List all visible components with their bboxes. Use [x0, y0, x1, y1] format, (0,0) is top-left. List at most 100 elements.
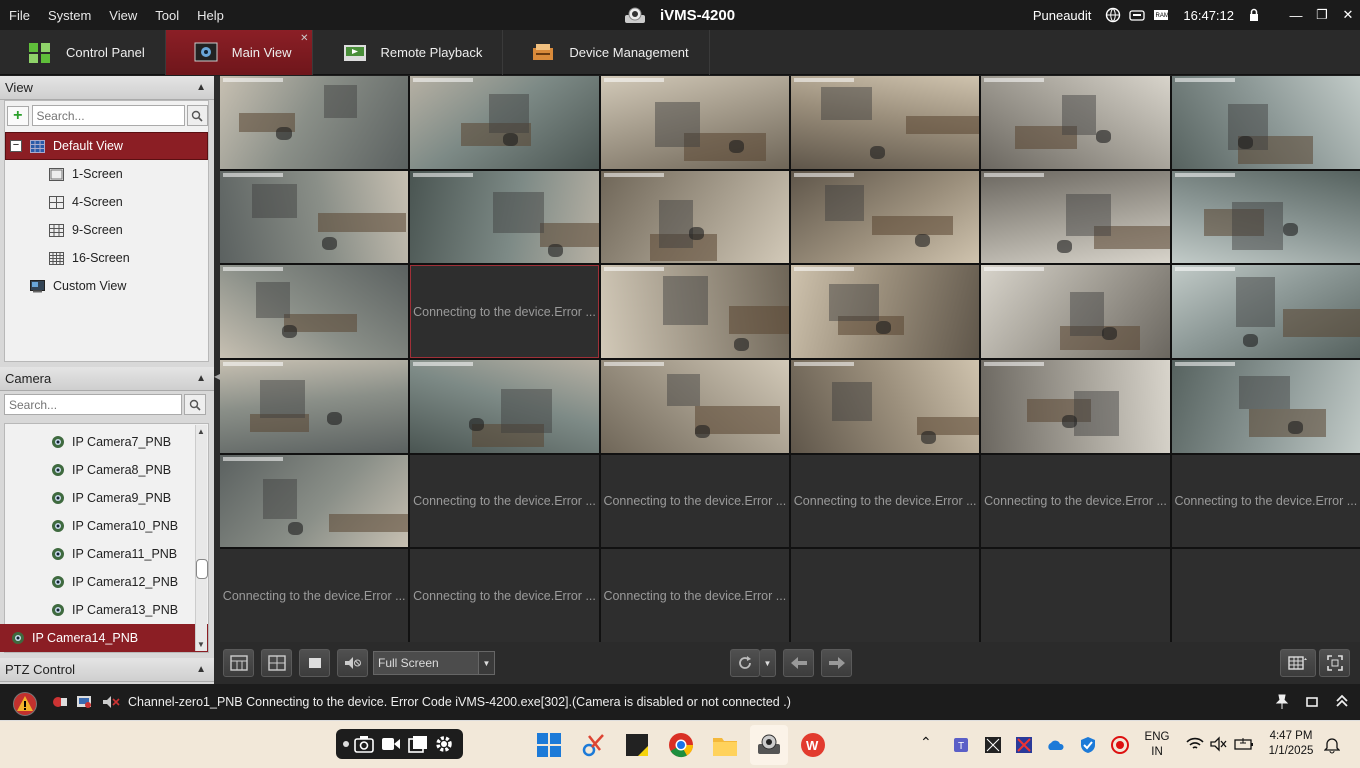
tab-control-panel[interactable]: Control Panel — [0, 30, 166, 75]
scroll-thumb[interactable] — [196, 559, 208, 579]
ptz-panel-header[interactable]: PTZ Control ▲ — [0, 658, 214, 682]
camera-list-item[interactable]: IP Camera8_PNB — [5, 456, 208, 484]
video-window-live[interactable] — [410, 359, 599, 453]
video-window-live[interactable] — [220, 454, 409, 548]
video-window-error[interactable]: Connecting to the device.Error ... — [410, 549, 599, 642]
tree-item-custom-view[interactable]: Custom View — [5, 272, 208, 300]
video-window-error[interactable]: Connecting to the device.Error ... — [410, 265, 599, 358]
video-window-live[interactable] — [981, 170, 1170, 264]
notification-bell-icon[interactable] — [1324, 736, 1340, 754]
ivms-taskbar-button[interactable] — [750, 725, 788, 765]
camera-panel-header[interactable]: Camera ▲ — [0, 367, 214, 391]
file-explorer-icon[interactable] — [712, 732, 738, 758]
video-window-live[interactable] — [600, 76, 789, 169]
tray-overflow-icon[interactable]: ⌃ — [920, 735, 932, 750]
video-window-live[interactable] — [790, 170, 980, 264]
stop-all-button[interactable] — [299, 649, 330, 677]
globe-icon[interactable] — [1105, 7, 1121, 23]
camera-search-input[interactable] — [4, 394, 182, 415]
tray-red-app-icon[interactable] — [1014, 735, 1034, 755]
camera-list-item[interactable]: IP Camera14_PNB — [0, 624, 208, 652]
camera-list-item[interactable]: IP Camera9_PNB — [5, 484, 208, 512]
tree-item-default-view[interactable]: − Default View — [5, 132, 208, 160]
tree-item-4-screen[interactable]: 4-Screen — [5, 188, 208, 216]
collapse-icon[interactable]: − — [10, 140, 22, 152]
tray-app-icon[interactable] — [983, 735, 1003, 755]
video-window-live[interactable] — [220, 265, 409, 358]
video-window-live[interactable] — [1171, 359, 1360, 453]
language-indicator[interactable]: ENG IN — [1140, 730, 1174, 760]
drag-handle-icon[interactable] — [340, 735, 352, 753]
camera-list-item[interactable]: IP Camera7_PNB — [5, 428, 208, 456]
tree-item-16-screen[interactable]: 16-Screen — [5, 244, 208, 272]
expand-up-icon[interactable]: ▲ — [196, 664, 206, 675]
teams-icon[interactable]: T — [952, 735, 972, 755]
next-page-button[interactable] — [821, 649, 852, 677]
tab-main-view[interactable]: Main View ✕ — [165, 30, 313, 75]
mute-button[interactable] — [337, 649, 368, 677]
security-shield-icon[interactable] — [1078, 735, 1098, 755]
camera-snip-icon[interactable] — [354, 735, 374, 753]
camera-list-item[interactable]: IP Camera12_PNB — [5, 568, 208, 596]
video-window-live[interactable] — [220, 76, 409, 169]
collapse-up-icon[interactable]: ▲ — [196, 373, 206, 384]
battery-icon[interactable] — [1234, 736, 1254, 752]
monitor-alert-icon[interactable] — [76, 695, 92, 709]
pin-icon[interactable] — [1275, 694, 1289, 710]
video-window-live[interactable] — [981, 359, 1170, 453]
lock-icon[interactable] — [1246, 7, 1262, 23]
add-view-button[interactable]: + — [7, 105, 29, 126]
wps-office-icon[interactable]: W — [800, 732, 826, 758]
video-window-live[interactable] — [600, 359, 789, 453]
snipping-tool-icon[interactable] — [581, 732, 607, 758]
menu-file[interactable]: File — [0, 8, 39, 23]
view-search-button[interactable] — [186, 105, 208, 126]
menu-help[interactable]: Help — [188, 8, 233, 23]
taskbar-clock[interactable]: 4:47 PM 1/1/2025 — [1262, 729, 1320, 759]
auto-switch-dropdown[interactable]: ▼ — [760, 649, 776, 677]
restore-button[interactable]: ❐ — [1310, 5, 1334, 25]
video-window-live[interactable] — [410, 170, 599, 264]
camera-list-item[interactable]: IP Camera10_PNB — [5, 512, 208, 540]
menu-view[interactable]: View — [100, 8, 146, 23]
screen-mode-select[interactable]: Full Screen ▼ — [373, 651, 495, 675]
tab-device-management[interactable]: Device Management — [503, 30, 710, 75]
video-window-error[interactable]: Connecting to the device.Error ... — [600, 549, 789, 642]
tree-item-1-screen[interactable]: 1-Screen — [5, 160, 208, 188]
view-search-input[interactable] — [31, 105, 185, 126]
video-window-error[interactable]: Connecting to the device.Error ... — [220, 549, 409, 642]
video-window-empty[interactable] — [790, 549, 980, 642]
keyboard-icon[interactable] — [1129, 7, 1146, 23]
record-tray-icon[interactable] — [1110, 735, 1130, 755]
maximize-icon[interactable] — [1306, 696, 1318, 708]
chrome-icon[interactable] — [668, 732, 694, 758]
video-record-icon[interactable] — [381, 736, 401, 752]
volume-mute-icon[interactable] — [1210, 736, 1228, 752]
video-window-error[interactable]: Connecting to the device.Error ... — [600, 454, 789, 548]
video-window-empty[interactable] — [1171, 549, 1360, 642]
scroll-down-icon[interactable]: ▼ — [197, 640, 205, 649]
chevron-double-up-icon[interactable] — [1336, 694, 1348, 708]
video-window-live[interactable] — [220, 170, 409, 264]
video-window-live[interactable] — [600, 265, 789, 358]
alarm-warning-icon[interactable] — [12, 692, 38, 716]
video-window-live[interactable] — [981, 265, 1170, 358]
video-window-error[interactable]: Connecting to the device.Error ... — [790, 454, 980, 548]
window-division-button[interactable] — [223, 649, 254, 677]
menu-tool[interactable]: Tool — [146, 8, 188, 23]
camera-list-item[interactable]: IP Camera13_PNB — [5, 596, 208, 624]
windows-start-icon[interactable] — [536, 732, 562, 758]
tree-item-9-screen[interactable]: 9-Screen — [5, 216, 208, 244]
video-window-live[interactable] — [790, 359, 980, 453]
video-window-empty[interactable] — [981, 549, 1170, 642]
video-window-live[interactable] — [790, 76, 980, 169]
video-window-error[interactable]: Connecting to the device.Error ... — [1171, 454, 1360, 548]
view-panel-header[interactable]: View ▲ — [0, 76, 214, 100]
window-snip-icon[interactable] — [408, 735, 428, 753]
previous-page-button[interactable] — [783, 649, 814, 677]
ram-icon[interactable]: RAM — [1153, 7, 1169, 23]
video-window-error[interactable]: Connecting to the device.Error ... — [410, 454, 599, 548]
camera-list-item[interactable]: IP Camera11_PNB — [5, 540, 208, 568]
menu-system[interactable]: System — [39, 8, 100, 23]
tab-close-icon[interactable]: ✕ — [300, 33, 308, 44]
